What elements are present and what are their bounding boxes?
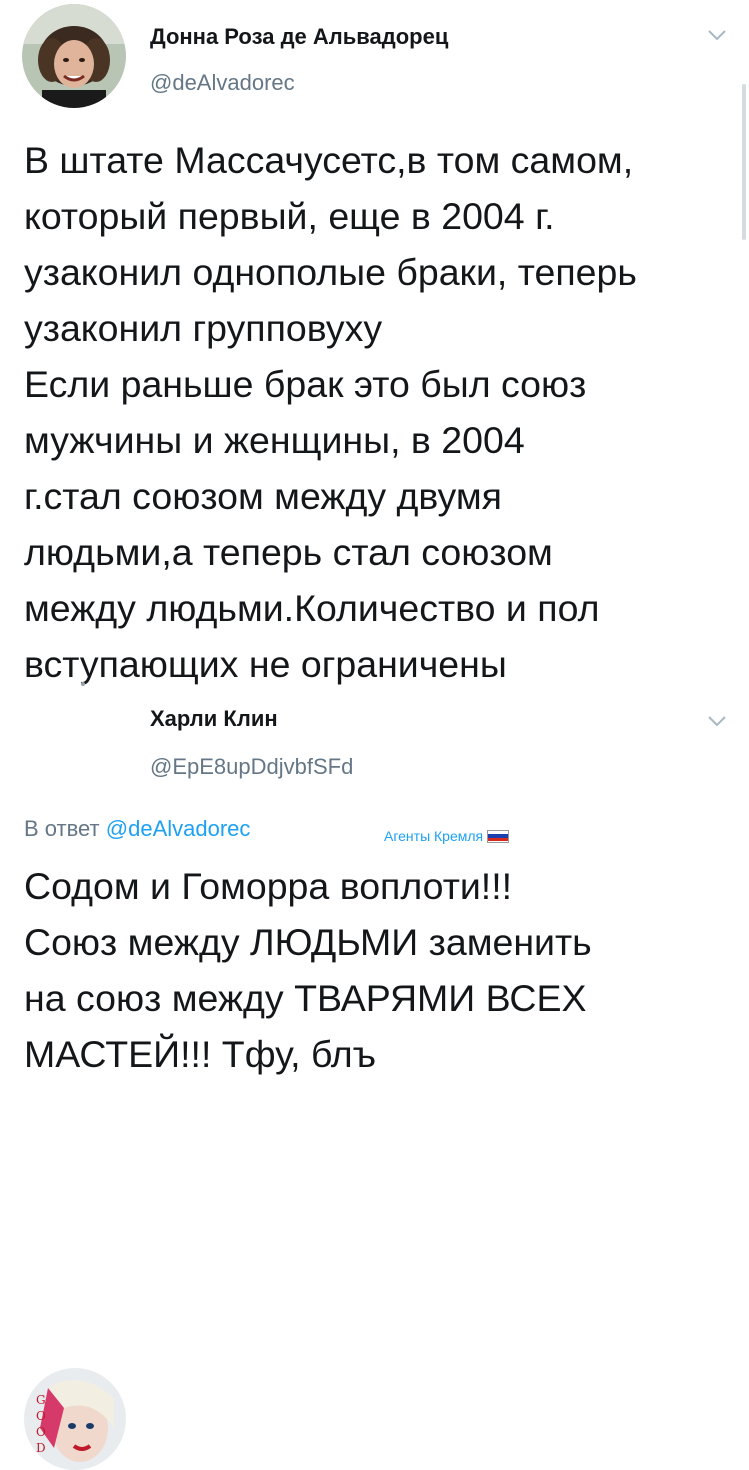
tweet-text: Содом и Гоморра воплоти!!! Союз между ЛЮ… [24,865,592,1075]
badge-text: Агенты Кремля [384,828,484,844]
avatar[interactable] [22,4,126,108]
reply-context: В ответ @deAlvadorec [24,816,250,842]
author-name[interactable]: Харли Клин [150,706,278,732]
tweet-text: В штате Массачусетс,в том самом, который… [24,139,637,685]
avatar[interactable]: G O O D [24,1368,126,1470]
author-name[interactable]: Донна Роза де Альвадорец [150,24,448,50]
svg-text:G: G [36,1393,46,1407]
scrollbar[interactable] [742,84,746,240]
author-handle[interactable]: @deAlvadorec [150,70,295,96]
badge: Агенты Кремля [384,828,510,844]
reply-handle-link[interactable]: @deAlvadorec [106,816,251,841]
svg-text:D: D [36,1441,46,1455]
reply-prefix: В ответ [24,816,100,841]
svg-text:O: O [36,1425,46,1439]
tweet-original: Донна Роза де Альвадорец @deAlvadorec В … [0,0,749,685]
tweet-reply: G O O D Харли Клин @EpE8upDdjvbfSFd В от… [0,680,749,1470]
chevron-down-icon[interactable] [706,28,728,42]
chevron-down-icon[interactable] [706,714,728,728]
author-handle[interactable]: @EpE8upDdjvbfSFd [150,754,353,780]
russian-flag-icon [487,829,510,843]
svg-text:O: O [36,1409,46,1423]
